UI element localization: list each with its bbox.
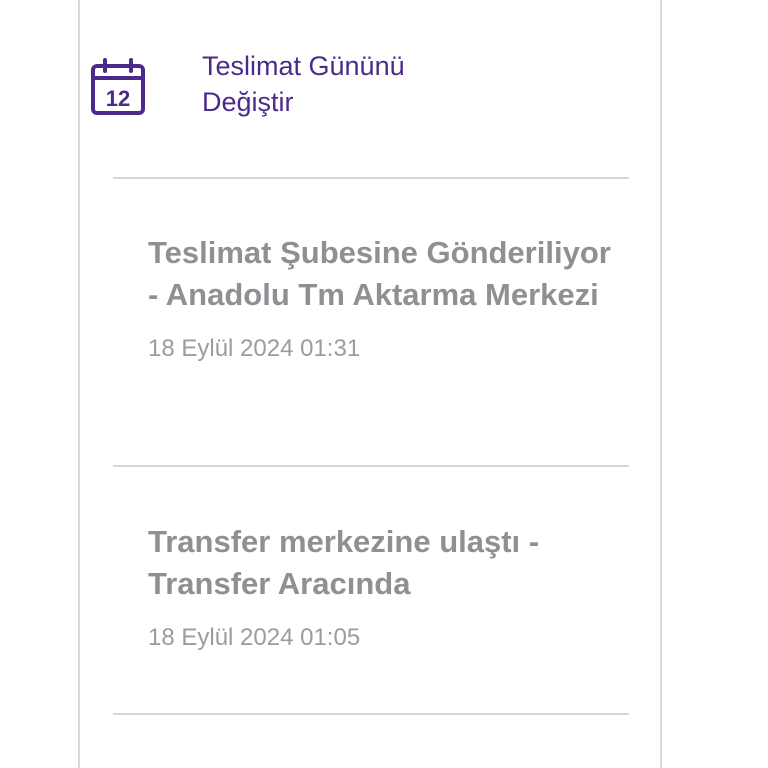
tracking-event: Transfer merkezine ulaştı - Transfer Ara…: [148, 521, 618, 653]
change-delivery-day-label: Teslimat Gününü Değiştir: [202, 48, 482, 120]
calendar-day-number: 12: [106, 86, 130, 111]
divider: [113, 713, 629, 715]
calendar-icon: 12: [90, 58, 146, 116]
tracking-event: Teslimat Şubesine Gönderiliyor - Anadolu…: [148, 232, 618, 364]
event-timestamp: 18 Eylül 2024 01:05: [148, 624, 361, 651]
event-timestamp: 18 Eylül 2024 01:31: [148, 335, 361, 362]
change-delivery-day-label-line2: Değiştir: [202, 87, 294, 117]
divider: [113, 465, 629, 467]
change-delivery-day-label-line1: Teslimat Gününü: [202, 51, 405, 81]
event-title: Transfer merkezine ulaştı - Transfer Ara…: [148, 524, 540, 601]
change-delivery-day-button[interactable]: 12 Teslimat Gününü Değiştir: [90, 48, 510, 128]
divider: [113, 177, 629, 179]
event-title: Teslimat Şubesine Gönderiliyor - Anadolu…: [148, 235, 611, 312]
